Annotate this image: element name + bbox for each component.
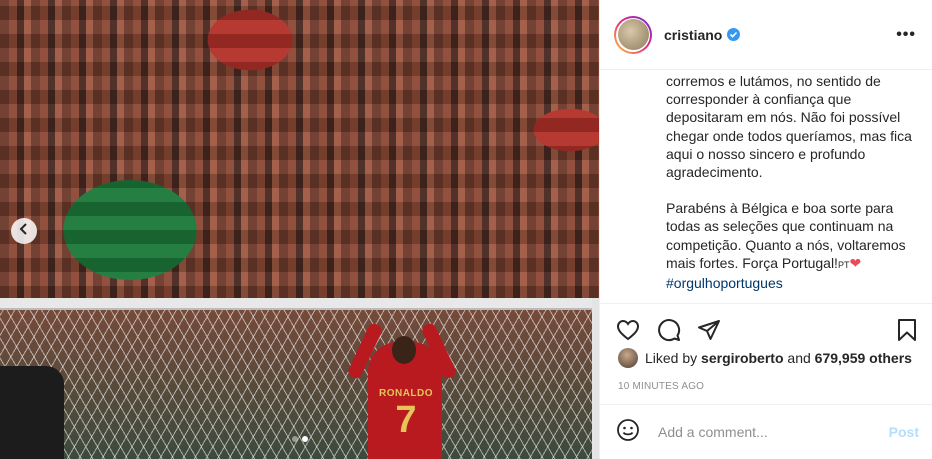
flag-pt-label: PT [837,259,850,270]
action-bar [600,303,932,354]
crowd-image-region [0,0,599,300]
chevron-left-icon [19,222,29,240]
goal-net [0,298,599,459]
post-sidebar: cristiano ••• corremos e lutámos, no sen… [599,0,932,459]
player-head [392,336,416,364]
likes-count-link[interactable]: 679,959 others [815,350,912,366]
avatar[interactable] [614,15,652,54]
like-heart-icon[interactable] [616,318,640,347]
post-caption: corremos e lutámos, no sentido de corres… [666,72,916,300]
caption-paragraph-1: corremos e lutámos, no sentido de corres… [666,73,912,181]
carousel-dot-active [301,436,308,442]
comment-bubble-icon[interactable] [657,318,681,347]
likes-summary: Liked by sergiroberto and 679,959 others [618,348,912,368]
post-header: cristiano ••• [600,0,932,70]
tv-camera [0,366,64,459]
liker-avatar[interactable] [618,348,638,368]
caption-paragraph-2: Parabéns à Bélgica e boa sorte para toda… [666,200,906,292]
post-image[interactable]: RONALDO 7 [0,0,599,459]
comment-input[interactable] [656,423,889,441]
carousel-dots [0,436,599,442]
post-comment-button[interactable]: Post [889,424,919,440]
share-paper-plane-icon[interactable] [697,318,721,347]
hashtag-link[interactable]: #orgulhoportugues [666,275,783,291]
likes-and: and [787,350,811,366]
post-timestamp[interactable]: 10 MINUTES AGO [618,381,704,392]
carousel-prev-button[interactable] [11,218,37,244]
verified-badge-icon [727,28,741,41]
heart-emoji-icon: ❤ [849,254,862,271]
save-bookmark-icon[interactable] [896,318,918,347]
emoji-smiley-icon[interactable] [616,418,640,447]
likes-prefix: Liked by [645,350,698,366]
goal-post [592,298,599,459]
carousel-dot [291,436,298,442]
more-options-icon[interactable]: ••• [896,26,916,44]
liker-username-link[interactable]: sergiroberto [701,350,783,366]
goal-crossbar [0,298,599,310]
comment-bar: Post [600,404,932,459]
username-link[interactable]: cristiano [664,27,722,43]
avatar-image [617,19,649,50]
